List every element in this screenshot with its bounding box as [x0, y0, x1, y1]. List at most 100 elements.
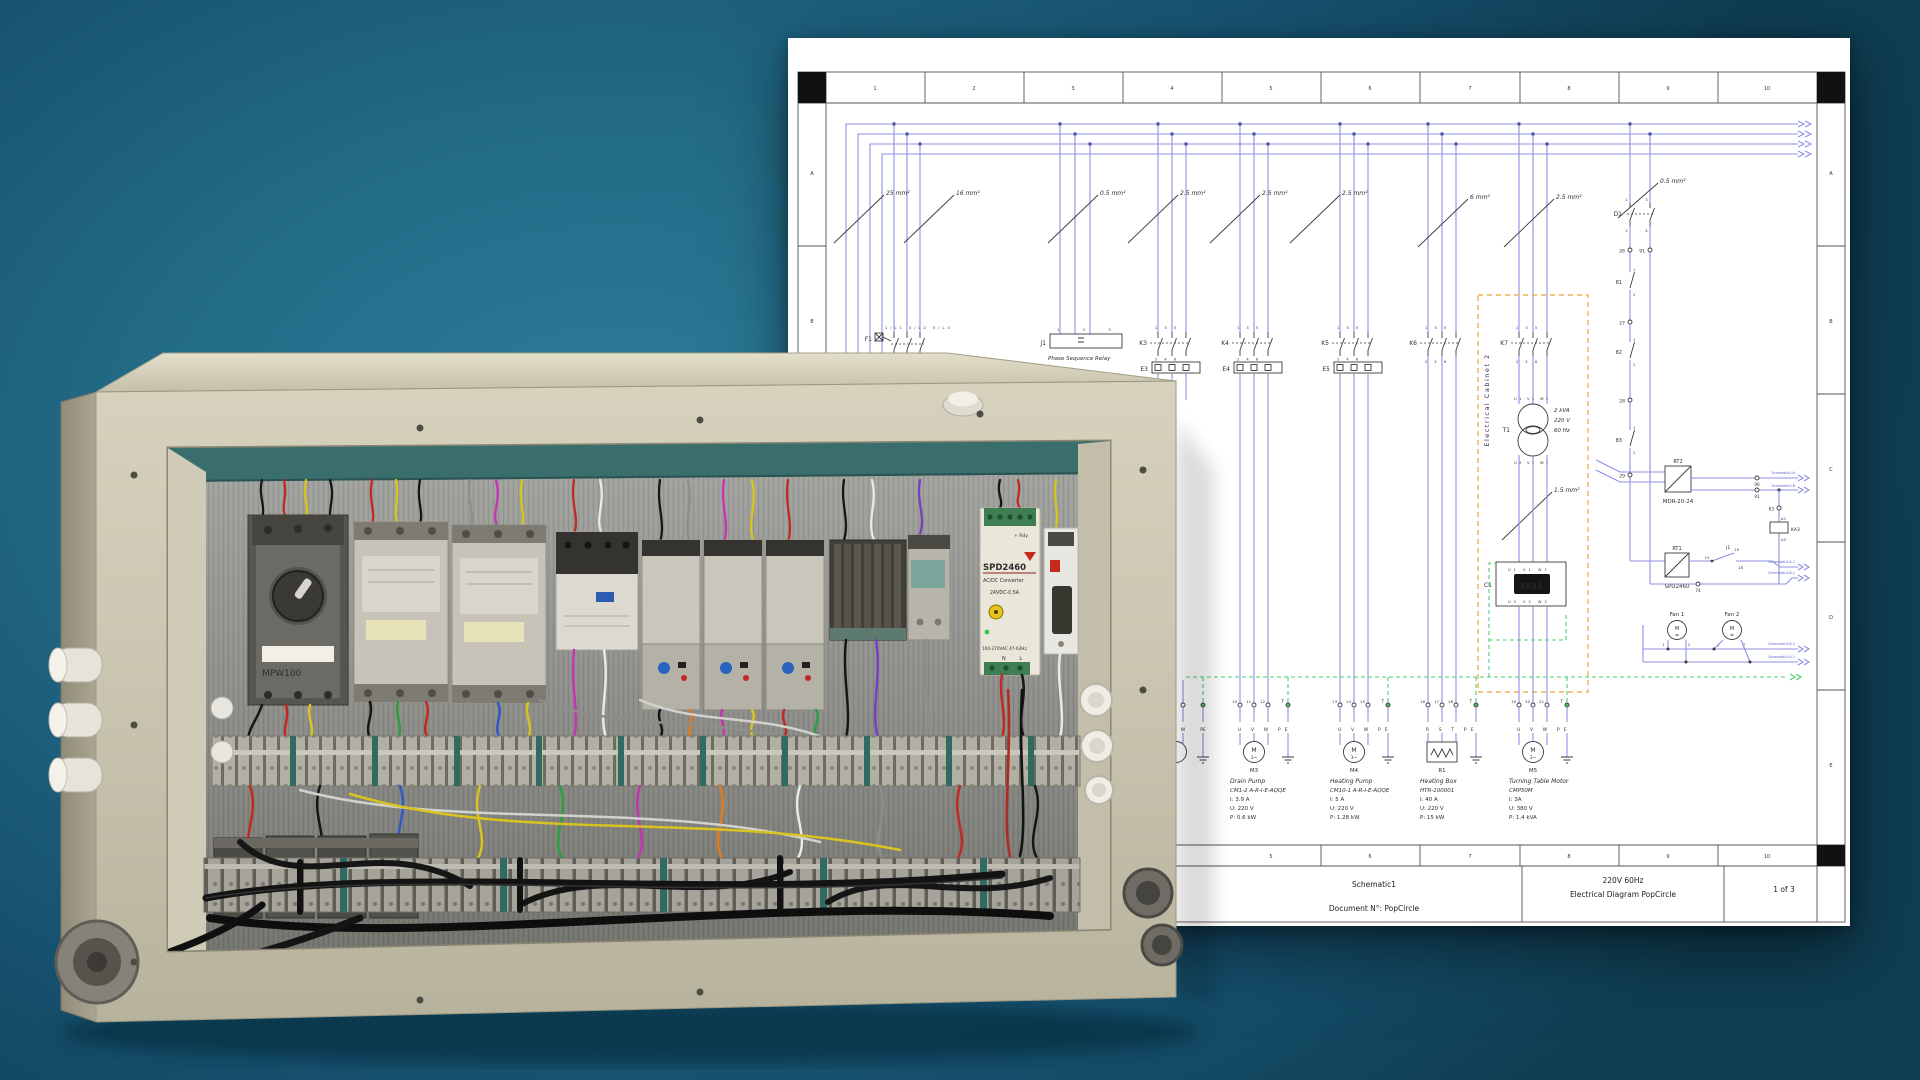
pe-arrow-icon — [1790, 674, 1801, 680]
load-power: P: 1.28 kW — [1330, 815, 1360, 821]
col-label: 7 — [1468, 854, 1471, 860]
component-tag: K7 — [1500, 340, 1508, 347]
gauge-label: 16 mm² — [956, 190, 980, 197]
col-label: 6 — [1368, 854, 1371, 860]
load-current: I: 5 A — [1330, 797, 1344, 803]
terminal-label: 1 — [1625, 198, 1628, 202]
transformer-rating: 2 kVA — [1554, 408, 1570, 414]
terminal-label: 2 — [1633, 363, 1636, 367]
component-tag: D1 — [1614, 211, 1623, 218]
col-label: 8 — [1567, 854, 1570, 860]
right-gland-cluster — [1080, 684, 1113, 804]
transformer-voltage: 220 V — [1554, 418, 1571, 424]
component-tag: RT1 — [1672, 546, 1681, 552]
terminal-label: A2 — [1781, 538, 1787, 542]
xref-label: Schematic2:A — [1772, 471, 1796, 475]
col-label: 8 — [1567, 86, 1570, 92]
node-number: 12 — [1260, 699, 1265, 704]
component-model: SPD2460 — [1664, 584, 1690, 590]
psu-type: AC/DC Converter — [983, 578, 1024, 584]
component-tag: K5 — [1321, 340, 1329, 347]
col-label: 10 — [1764, 854, 1770, 860]
mini-circuit-breaker — [1044, 528, 1078, 654]
psu-led — [985, 630, 990, 635]
breaker-toggle — [1052, 586, 1072, 634]
transformer-t1: U1 V1 W1 T1 2 kVA 220 V 60 Hz U2 V2 W2 — [1502, 396, 1572, 562]
xref-label: Schematic2:B-1 — [1768, 571, 1795, 575]
node-number: 19 — [1511, 699, 1516, 704]
psu-rating: 24VDC-0.5A — [990, 590, 1020, 596]
large-gland-bottom-left — [56, 921, 138, 1003]
left-gland-cluster — [49, 648, 102, 792]
load-name: Heating Pump — [1330, 778, 1373, 785]
node-label: T — [1280, 699, 1284, 704]
node-number: 90 — [1754, 482, 1760, 487]
diagram-name: Electrical Diagram PopCircle — [1570, 890, 1676, 899]
dc-symbol: = — [1675, 633, 1679, 639]
row-label: B — [1829, 319, 1833, 325]
load-current: I: 40 A — [1420, 797, 1438, 803]
breaker-indicator — [1050, 560, 1060, 572]
psu-input-rating: 100-270VAC 47-63Hz — [982, 646, 1027, 651]
node-number: 11 — [1246, 699, 1251, 704]
gauge-label: 25 mm² — [886, 190, 910, 197]
three-phase-bus — [846, 121, 1811, 356]
terminal-labels: 2 4 6 — [1337, 358, 1361, 362]
small-contactor-overload — [766, 540, 824, 710]
xref-arrow-icon — [1798, 564, 1809, 581]
cabinet-interior: MPW100 — [118, 440, 1110, 989]
terminal-label: 4 — [1645, 229, 1648, 233]
terminal-labels: 1 3 5 — [1516, 326, 1540, 330]
gauge-label: 0.5 mm² — [1100, 190, 1126, 197]
col-label: 1 — [873, 86, 876, 92]
breaker-d1: 1 3 D1 2 4 — [1614, 198, 1655, 233]
col-label: 7 — [1468, 86, 1471, 92]
col-label: 2 — [972, 86, 975, 92]
component-tag: KA3 — [1791, 527, 1800, 533]
node-number: 27 — [1619, 321, 1625, 327]
gauge-label: 2.5 mm² — [1342, 190, 1368, 197]
node-number: 18 — [1448, 699, 1453, 704]
teal-background: 1 2 3 4 5 6 7 8 9 10 5 6 7 8 9 10 A B C … — [0, 0, 1920, 1080]
load-tag: M4 — [1350, 768, 1359, 774]
contactor-large — [354, 522, 448, 702]
contact-number: 83 — [1616, 438, 1622, 444]
cabinet2-label: Electrical Cabinet 2 — [1483, 353, 1491, 446]
display-digits: 8888 — [1520, 582, 1543, 591]
motor-symbol: M — [1351, 747, 1356, 754]
supply-rating: 220V 60Hz — [1603, 876, 1644, 885]
overload-tag: E5 — [1322, 366, 1330, 373]
gauge-label: 2.5 mm² — [1262, 190, 1288, 197]
terminal-labels: 2 4 6 — [1237, 358, 1261, 362]
cpu-module — [908, 535, 950, 640]
motor-symbol: M — [1530, 747, 1535, 754]
sheet-number: 1 of 3 — [1773, 885, 1795, 894]
terminal-labels: U V W PE — [1338, 727, 1392, 733]
motor-breaker: MPW100 — [248, 515, 348, 705]
gauge-label: 6 mm² — [1470, 194, 1490, 201]
xref-arrow-icon — [1798, 475, 1809, 493]
locknut — [211, 741, 233, 763]
load-voltage: U: 220 V — [1420, 806, 1444, 812]
terminal-labels: R S T PE — [1426, 727, 1478, 733]
spd-rt1: RT1 SPD2460 15 J1 16 18 74 Schematic2:A-… — [1630, 545, 1809, 593]
load-model: HTR-100001 — [1420, 788, 1454, 794]
row-label: E — [1829, 763, 1832, 769]
terminal-label: 1 — [1633, 426, 1636, 430]
component-tag: RT2 — [1673, 459, 1682, 465]
xref-label: Schematic2:A-1 — [1768, 655, 1795, 659]
terminal-labels: 1 3 5 — [1337, 326, 1361, 330]
row-label: C — [1829, 467, 1833, 473]
terminal-labels: 1 3 5 — [1425, 326, 1449, 330]
corner-mark — [1817, 845, 1845, 866]
component-tag: C1 — [1484, 582, 1492, 589]
node-number: 14 — [1346, 699, 1351, 704]
bus-arrow-icon — [1798, 121, 1811, 157]
contactor-k6: 1 3 5 K6 2 4 6 — [1409, 326, 1460, 703]
breaker-model: MPW100 — [262, 669, 302, 679]
node-label: T — [1380, 699, 1384, 704]
row-label: D — [1829, 615, 1833, 621]
transformer-freq: 60 Hz — [1554, 428, 1570, 434]
pe-bus — [1186, 674, 1801, 703]
contactor-large — [452, 525, 546, 703]
